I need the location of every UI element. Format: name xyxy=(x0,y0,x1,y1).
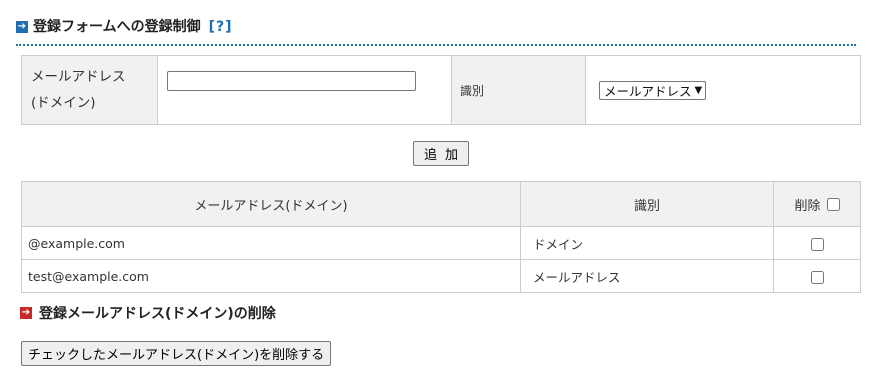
select-all-checkbox[interactable] xyxy=(826,197,840,211)
row-delete-cell xyxy=(773,226,861,260)
add-entry-form: メールアドレス (ドメイン) 識別 メールアドレス ▼ xyxy=(21,55,861,125)
section-title-delete: 登録メールアドレス(ドメイン)の削除 xyxy=(39,306,276,322)
chevron-down-icon: ▼ xyxy=(694,84,703,96)
type-label: 識別 xyxy=(451,55,586,125)
header-type: 識別 xyxy=(520,181,774,227)
row-delete-cell xyxy=(773,259,861,293)
add-button[interactable]: 追加 xyxy=(413,141,469,166)
type-select-cell: メールアドレス ▼ xyxy=(585,55,861,125)
email-input-cell xyxy=(157,55,452,125)
table-header-row: メールアドレス(ドメイン) 識別 削除 xyxy=(21,181,861,227)
help-link[interactable]: [?] xyxy=(209,16,233,38)
header-delete: 削除 xyxy=(773,181,861,227)
registered-list-table: メールアドレス(ドメイン) 識別 削除 @example.com ドメイン te… xyxy=(21,181,861,293)
table-row: test@example.com メールアドレス xyxy=(21,259,861,293)
header-delete-label: 削除 xyxy=(794,198,821,214)
row-address: @example.com xyxy=(21,226,521,260)
section-header-registration-control: ➔ 登録フォームへの登録制御 [?] xyxy=(16,16,856,46)
header-address: メールアドレス(ドメイン) xyxy=(21,181,521,227)
row-type: ドメイン xyxy=(520,226,774,260)
arrow-right-icon: ➔ xyxy=(20,307,32,319)
row-delete-checkbox[interactable] xyxy=(810,237,824,251)
type-select-value: メールアドレス xyxy=(604,83,692,99)
arrow-right-icon: ➔ xyxy=(16,21,28,33)
table-row: @example.com ドメイン xyxy=(21,226,861,260)
delete-checked-button[interactable]: チェックしたメールアドレス(ドメイン)を削除する xyxy=(21,341,332,366)
row-type: メールアドレス xyxy=(520,259,774,293)
section-title: 登録フォームへの登録制御 xyxy=(33,19,201,35)
row-delete-checkbox[interactable] xyxy=(810,270,824,284)
section-header-delete: ➔ 登録メールアドレス(ドメイン)の削除 xyxy=(20,303,276,323)
row-address: test@example.com xyxy=(21,259,521,293)
email-label: メールアドレス (ドメイン) xyxy=(21,55,158,125)
email-domain-input[interactable] xyxy=(167,71,416,91)
type-select[interactable]: メールアドレス ▼ xyxy=(599,80,707,100)
